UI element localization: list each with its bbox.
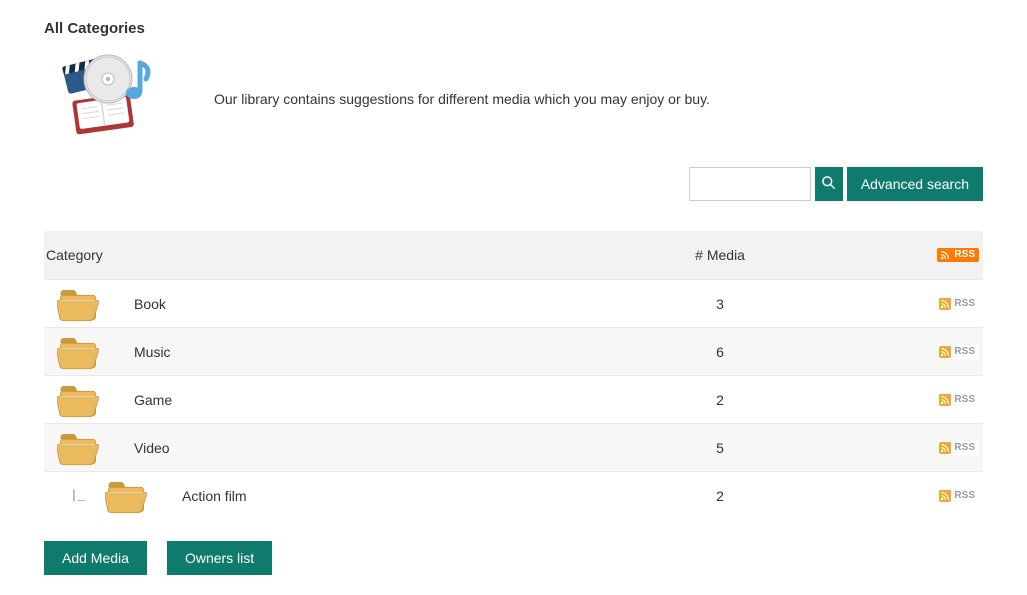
table-body: Book 3 RSS Music	[44, 279, 983, 519]
owners-list-button[interactable]: Owners list	[167, 541, 272, 575]
intro-text: Our library contains suggestions for dif…	[214, 91, 710, 107]
folder-icon	[56, 379, 100, 421]
category-cell: Video	[46, 427, 616, 469]
tree-branch-icon: |_	[70, 488, 84, 503]
rss-row-badge[interactable]: RSS	[937, 297, 979, 311]
rss-icon	[939, 298, 951, 310]
rss-row-label: RSS	[954, 346, 975, 358]
rss-row-badge[interactable]: RSS	[937, 441, 979, 455]
rss-icon	[939, 490, 951, 502]
rss-row-label: RSS	[954, 490, 975, 502]
folder-icon	[104, 475, 148, 517]
rss-row-label: RSS	[954, 442, 975, 454]
search-icon	[821, 175, 836, 193]
column-header-category[interactable]: Category	[44, 247, 626, 263]
folder-icon	[56, 283, 100, 325]
category-name[interactable]: Music	[134, 344, 171, 360]
page-title: All Categories	[44, 20, 983, 37]
column-header-rss[interactable]: RSS	[814, 247, 983, 263]
rss-row-badge[interactable]: RSS	[937, 393, 979, 407]
search-bar: Advanced search	[44, 167, 983, 201]
rss-row-label: RSS	[954, 394, 975, 406]
folder-icon	[56, 331, 100, 373]
rss-header-badge[interactable]: RSS	[937, 248, 979, 262]
table-row[interactable]: Book 3 RSS	[44, 279, 983, 327]
folder-icon	[56, 427, 100, 469]
rss-icon	[939, 394, 951, 406]
table-row[interactable]: Game 2 RSS	[44, 375, 983, 423]
table-row[interactable]: Video 5 RSS	[44, 423, 983, 471]
rss-row-badge[interactable]: RSS	[937, 489, 979, 503]
category-name[interactable]: Action film	[182, 488, 247, 504]
category-cell: Game	[46, 379, 616, 421]
media-count: 5	[626, 440, 814, 456]
rss-row-badge[interactable]: RSS	[937, 345, 979, 359]
rss-icon	[939, 249, 951, 261]
add-media-button[interactable]: Add Media	[44, 541, 147, 575]
media-count: 2	[626, 488, 814, 504]
category-cell: Book	[46, 283, 616, 325]
media-count: 2	[626, 392, 814, 408]
table-row[interactable]: Music 6 RSS	[44, 327, 983, 375]
intro-row: Our library contains suggestions for dif…	[44, 49, 983, 149]
media-collage-icon	[54, 49, 154, 149]
search-input[interactable]	[689, 167, 811, 201]
category-table: Category # Media RSS	[44, 231, 983, 519]
table-row[interactable]: |_ Action film 2 RSS	[44, 471, 983, 519]
advanced-search-button[interactable]: Advanced search	[847, 167, 983, 201]
rss-header-label: RSS	[954, 249, 975, 261]
media-count: 6	[626, 344, 814, 360]
search-button[interactable]	[815, 167, 843, 201]
rss-icon	[939, 442, 951, 454]
category-name[interactable]: Game	[134, 392, 172, 408]
category-cell: Music	[46, 331, 616, 373]
category-name[interactable]: Video	[134, 440, 170, 456]
rss-icon	[939, 346, 951, 358]
rss-row-label: RSS	[954, 298, 975, 310]
category-name[interactable]: Book	[134, 296, 166, 312]
column-header-media-count[interactable]: # Media	[626, 247, 814, 263]
actions-row: Add Media Owners list	[44, 541, 983, 575]
table-header-row: Category # Media RSS	[44, 231, 983, 279]
media-count: 3	[626, 296, 814, 312]
category-cell: |_ Action film	[46, 475, 616, 517]
